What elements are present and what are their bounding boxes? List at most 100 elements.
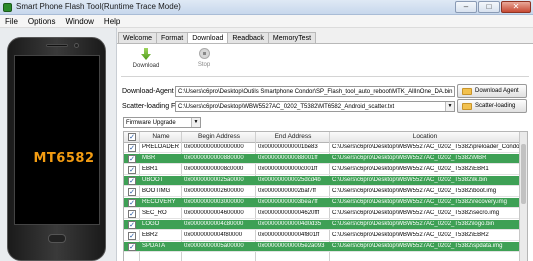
folder-icon <box>462 88 472 95</box>
row-checkbox[interactable]: ✓ <box>128 199 136 207</box>
scatter-loading-button[interactable]: Scatter-loading <box>457 99 527 113</box>
begin-address: 0x0000000000880000 <box>184 155 244 161</box>
table-row[interactable]: ✓ MBR 0x0000000000880000 0x000000000088001f… <box>124 154 527 164</box>
phone-camera <box>74 43 79 48</box>
partition-table: ✓ Name Begin Address End Address Locatio… <box>123 131 528 261</box>
download-agent-label: Download-Agent <box>122 88 174 95</box>
partition-name: EBR1 <box>142 166 158 172</box>
table-header: ✓ Name Begin Address End Address Locatio… <box>124 132 527 143</box>
end-address: 0x00000000003bea7ff <box>258 199 318 205</box>
download-agent-path[interactable]: C:\Users\c6pro\Desktop\Outils Smartphone… <box>175 86 455 97</box>
row-checkbox[interactable]: ✓ <box>128 166 136 174</box>
table-row[interactable]: ✓ EBR2 0x0000000004f80000 0x000000000004f80… <box>124 231 527 241</box>
end-address: 0x000000000088001ff <box>258 155 318 161</box>
row-checkbox[interactable]: ✓ <box>128 221 136 229</box>
row-checkbox[interactable]: ✓ <box>128 210 136 218</box>
phone-speaker <box>46 44 68 47</box>
stop-button[interactable]: Stop <box>189 48 219 68</box>
row-checkbox[interactable]: ✓ <box>128 188 136 196</box>
download-agent-button[interactable]: Download Agent <box>457 84 527 98</box>
begin-address: 0x0000000004c80000 <box>184 221 244 227</box>
file-location[interactable]: C:\Users\c6pro\Desktop\WBW5527AC_0202_T5… <box>332 232 520 238</box>
row-checkbox[interactable]: ✓ <box>128 177 136 185</box>
partition-name: MBR <box>142 155 156 161</box>
begin-address: 0x00000000008c0000 <box>184 166 244 172</box>
menu-options[interactable]: Options <box>23 15 61 27</box>
table-row[interactable]: ✓ EBR1 0x00000000008c0000 0x00000000000c001… <box>124 165 527 175</box>
file-location[interactable]: C:\Users\c6pro\Desktop\WBW5527AC_0202_T5… <box>332 144 520 150</box>
phone-home-button <box>48 234 66 243</box>
download-button[interactable]: Download <box>131 48 161 69</box>
end-address: 0x00000000000c001ff <box>258 166 318 172</box>
file-location[interactable]: C:\Users\c6pro\Desktop\WBW5527AC_0202_T5… <box>332 210 520 216</box>
tab-readback[interactable]: Readback <box>227 32 269 43</box>
scatter-path-combo[interactable]: C:\Users\c6pro\Desktop\WBW5527AC_0202_T5… <box>175 101 455 112</box>
download-arrow-icon <box>141 48 151 60</box>
partition-name: BOOTIMG <box>142 188 171 194</box>
file-location[interactable]: C:\Users\c6pro\Desktop\WBW5527AC_0202_T5… <box>332 188 520 194</box>
scatter-label: Scatter-loading File <box>122 103 183 110</box>
table-row[interactable]: ✓ RECOVERY 0x0000000003000000 0x00000000003… <box>124 198 527 208</box>
scrollbar-thumb[interactable] <box>521 144 526 204</box>
end-address: 0x000000000025dcd4b <box>258 177 321 183</box>
menu-help[interactable]: Help <box>99 15 125 27</box>
tab-welcome[interactable]: Welcome <box>118 32 158 43</box>
table-row[interactable]: ✓ SEC_RO 0x0000000004600000 0x0000000000046… <box>124 209 527 219</box>
begin-address: 0x0000000002600000 <box>184 188 244 194</box>
chevron-down-icon[interactable]: ▼ <box>445 102 454 111</box>
table-row[interactable]: ✓ PRELOADER 0x0000000000000000 0x0000000000… <box>124 143 527 153</box>
tab-memorytest[interactable]: MemoryTest <box>267 32 317 43</box>
download-tab-content: Download Stop Download-Agent C:\Users\c6… <box>117 43 533 261</box>
stop-icon <box>198 48 210 59</box>
partition-name: EBR2 <box>142 232 158 238</box>
file-location[interactable]: C:\Users\c6pro\Desktop\WBW5527AC_0202_T5… <box>332 199 520 205</box>
chevron-down-icon[interactable]: ▼ <box>191 118 200 127</box>
partition-name: SEC_RO <box>142 210 167 216</box>
column-header-begin[interactable]: Begin Address <box>182 133 256 140</box>
end-address: 0x00000000002baf7ff <box>258 188 316 194</box>
table-row[interactable]: ✓ LOGO 0x0000000004c80000 0x000000000004d0d… <box>124 220 527 230</box>
menu-bar: File Options Window Help <box>0 15 533 28</box>
file-location[interactable]: C:\Users\c6pro\Desktop\WBW5527AC_0202_T5… <box>332 177 520 183</box>
row-checkbox[interactable]: ✓ <box>128 232 136 240</box>
end-address: 0x000000000004620fff <box>258 210 320 216</box>
column-header-end[interactable]: End Address <box>256 133 330 140</box>
scatter-loading-button-label: Scatter-loading <box>475 103 516 109</box>
toolbar-divider <box>121 76 529 77</box>
select-all-checkbox[interactable]: ✓ <box>128 133 136 141</box>
window-title: Smart Phone Flash Tool(Runtime Trace Mod… <box>16 2 181 11</box>
mode-selected: Firmware Upgrade <box>126 120 176 126</box>
begin-address: 0x00000000025a0000 <box>184 177 244 183</box>
row-checkbox[interactable]: ✓ <box>128 155 136 163</box>
row-checkbox[interactable]: ✓ <box>128 243 136 251</box>
maximize-button[interactable]: □ <box>478 1 500 13</box>
file-location[interactable]: C:\Users\c6pro\Desktop\WBW5527AC_0202_T5… <box>332 166 520 172</box>
file-location[interactable]: C:\Users\c6pro\Desktop\WBW5527AC_0202_T5… <box>332 221 520 227</box>
mode-select[interactable]: Firmware Upgrade ▼ <box>123 117 201 128</box>
table-row[interactable]: ✓ BOOTIMG 0x0000000002600000 0x00000000002b… <box>124 187 527 197</box>
begin-address: 0x0000000000000000 <box>184 144 244 150</box>
begin-address: 0x0000000005a00000 <box>184 243 244 249</box>
menu-window[interactable]: Window <box>60 15 98 27</box>
app-icon <box>3 3 12 12</box>
end-address: 0x000000000004f801ff <box>258 232 320 238</box>
column-header-location[interactable]: Location <box>330 133 520 140</box>
folder-icon <box>462 103 472 110</box>
row-checkbox[interactable]: ✓ <box>128 144 136 152</box>
partition-name: PRELOADER <box>142 144 180 150</box>
chip-label: MT6582 <box>33 151 95 166</box>
table-scrollbar[interactable] <box>519 132 527 261</box>
table-row[interactable]: ✓ SPDATA 0x0000000005a00000 0x000000000005e… <box>124 242 527 252</box>
end-address: 0x000000000004d0d35 <box>258 221 322 227</box>
file-location[interactable]: C:\Users\c6pro\Desktop\WBW5527AC_0202_T5… <box>332 155 520 161</box>
title-bar: Smart Phone Flash Tool(Runtime Trace Mod… <box>0 0 533 15</box>
window-controls: – □ ✕ <box>455 1 531 13</box>
menu-file[interactable]: File <box>0 15 23 27</box>
close-button[interactable]: ✕ <box>501 1 531 13</box>
minimize-button[interactable]: – <box>455 1 477 13</box>
table-row[interactable]: ✓ UBOOT 0x00000000025a0000 0x000000000025dc… <box>124 176 527 186</box>
end-address: 0x000000000005e2a093 <box>258 243 325 249</box>
column-header-name[interactable]: Name <box>140 133 182 140</box>
file-location[interactable]: C:\Users\c6pro\Desktop\WBW5527AC_0202_T5… <box>332 243 520 249</box>
tab-format[interactable]: Format <box>156 32 189 43</box>
